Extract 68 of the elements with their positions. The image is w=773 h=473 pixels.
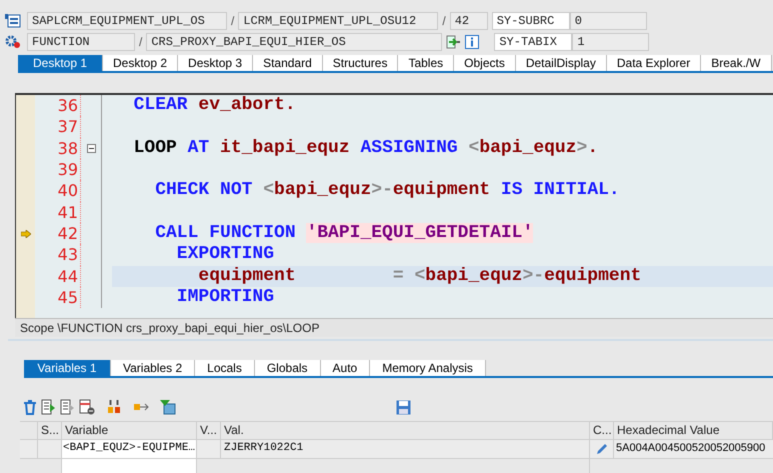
column-header[interactable]: V... [197, 422, 221, 439]
include-field: LCRM_EQUIPMENT_UPL_OSU12 [238, 12, 438, 30]
code-line: IMPORTING [176, 286, 276, 308]
desktop-tab[interactable]: Data Explorer [606, 55, 702, 72]
system-field-name: SY-SUBRC [492, 12, 570, 30]
variables-tab[interactable]: Memory Analysis [370, 360, 486, 376]
system-field-name: SY-TABIX [494, 33, 572, 52]
line-number: 39 [58, 160, 78, 180]
pencil-icon[interactable] [594, 442, 608, 456]
event-field: CRS_PROXY_BAPI_EQUI_HIER_OS [146, 33, 442, 52]
line-number: 36 [58, 96, 78, 116]
code-line: CHECK NOT <bapi_equz>-equipment IS INITIAL. [154, 180, 621, 202]
variables-tab[interactable]: Variables 1 [24, 360, 111, 376]
column-header[interactable]: C... [590, 422, 614, 439]
event-type-field: FUNCTION [27, 33, 135, 52]
gear-icon [5, 35, 21, 50]
variable-cell[interactable]: <BAPI_EQUZ>-EQUIPME… [62, 440, 197, 458]
code-line: LOOP AT it_bapi_equz ASSIGNING <bapi_equz>. [132, 138, 600, 160]
arrow-in-icon[interactable] [446, 35, 460, 50]
line-number: 41 [58, 202, 78, 222]
document-arrow-icon[interactable] [41, 399, 57, 416]
code-line: EXPORTING [176, 244, 276, 266]
variables-tab[interactable]: Auto [320, 360, 370, 376]
line-number: 42 [58, 224, 78, 243]
separator-slash: / [441, 13, 447, 30]
line-number: 43 [58, 245, 78, 264]
separator-slash: / [138, 34, 144, 52]
desktop-tab[interactable]: Structures [322, 55, 398, 72]
program-field: SAPLCRM_EQUIPMENT_UPL_OS [27, 12, 227, 30]
desktop-tab[interactable]: Desktop 1 [18, 55, 103, 72]
desktop-tab[interactable]: Objects [454, 55, 516, 72]
save-icon[interactable] [396, 400, 411, 415]
variables-tab[interactable]: Locals [195, 360, 255, 376]
line-number: 37 [58, 117, 78, 136]
variables-tab[interactable]: Variables 2 [111, 360, 196, 376]
separator-slash: / [230, 13, 236, 30]
desktop-tab[interactable]: Desktop 2 [103, 55, 178, 72]
variables-tab[interactable]: Globals [254, 360, 321, 376]
code-line: CLEAR ev_abort. [132, 95, 297, 116]
desktop-tab[interactable]: Tables [398, 55, 454, 72]
line-number: 40 [58, 181, 78, 200]
filter-icon[interactable] [160, 399, 176, 416]
desktop-tab[interactable]: Break./W [701, 55, 772, 72]
line-number: 44 [58, 266, 78, 286]
column-header[interactable]: S... [38, 422, 62, 439]
trash-icon[interactable] [22, 399, 38, 416]
collapse-icon[interactable] [86, 144, 96, 153]
column-header[interactable]: Val. [221, 422, 590, 439]
squares-icon[interactable] [106, 399, 122, 416]
hex-value-cell-text: 5A004A004500520052005900 [615, 440, 766, 456]
value-cell: ZJERRY1022C1 [221, 440, 590, 458]
desktop-tab[interactable]: DetailDisplay [516, 55, 607, 72]
list-remove-icon[interactable] [79, 399, 95, 416]
info-icon[interactable] [465, 35, 480, 50]
document-arrow-icon[interactable] [60, 399, 76, 416]
desktop-tab[interactable]: Standard [253, 55, 323, 72]
column-header[interactable]: Hexadecimal Value [614, 422, 773, 439]
line-number: 45 [58, 288, 78, 307]
system-field-value: 1 [572, 33, 650, 52]
empty-variable-cell[interactable] [62, 458, 197, 473]
column-header[interactable]: Variable [62, 422, 197, 439]
line-number: 38 [58, 138, 78, 158]
scope-path: Scope \FUNCTION crs_proxy_bapi_equi_hier_os\LOOP [20, 320, 320, 338]
desktop-tab[interactable]: Desktop 3 [178, 55, 254, 72]
code-line: CALL FUNCTION 'BAPI_EQUI_GETDETAIL' [154, 222, 534, 244]
line-field: 42 [450, 12, 488, 30]
program-icon [5, 14, 21, 28]
system-field-value: 0 [570, 12, 647, 30]
